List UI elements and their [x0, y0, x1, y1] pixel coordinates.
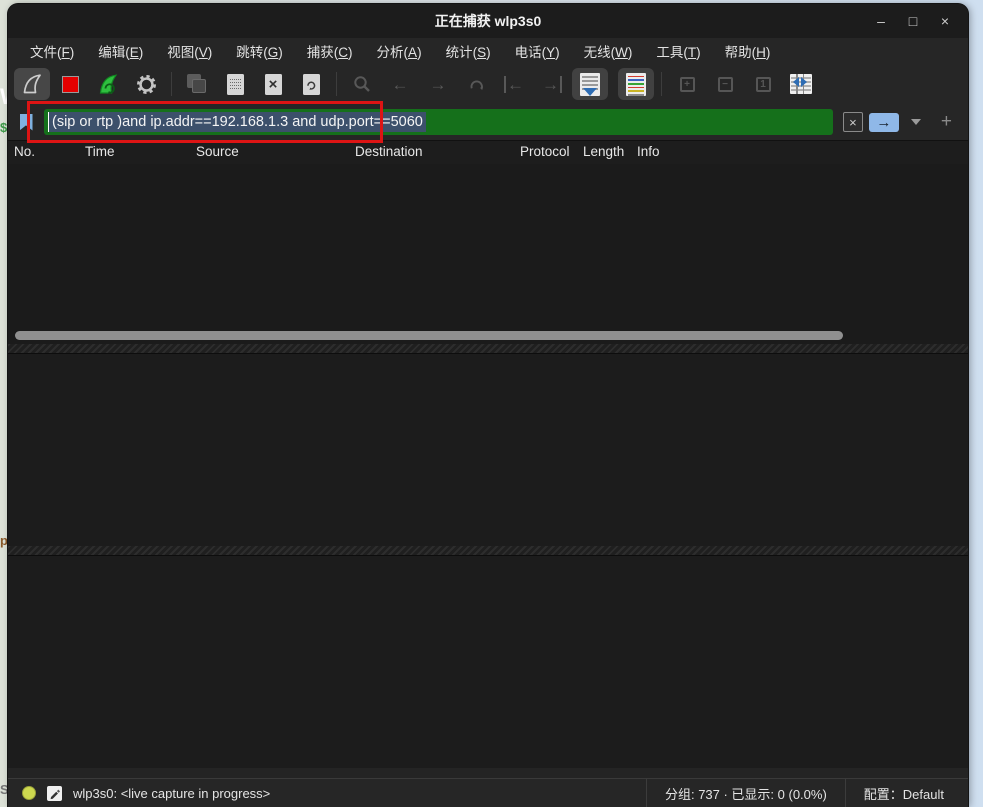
toolbar-separator — [661, 72, 662, 96]
filter-dropdown-caret[interactable] — [911, 119, 921, 125]
window-title: 正在捕获 wlp3s0 — [8, 11, 968, 31]
restart-capture-icon — [96, 72, 120, 96]
go-to-packet-button[interactable] — [458, 68, 494, 100]
colorize-icon — [626, 73, 646, 96]
filter-bookmark-button[interactable] — [14, 109, 38, 135]
capture-comment-icon[interactable] — [47, 786, 62, 801]
open-file-icon — [187, 74, 207, 94]
add-filter-button[interactable]: + — [933, 111, 960, 133]
zoom-in-button[interactable]: + — [669, 68, 705, 100]
stop-capture-button[interactable] — [52, 68, 88, 100]
restart-capture-button[interactable] — [90, 68, 126, 100]
shark-fin-icon — [20, 72, 44, 96]
auto-scroll-toggle-button[interactable] — [572, 68, 608, 100]
background-fragment: p — [0, 533, 8, 548]
packet-bytes-pane — [8, 555, 968, 768]
zoom-in-icon: + — [680, 77, 695, 92]
menu-telephony[interactable]: 电话Y — [505, 38, 570, 64]
arrow-left-icon: ← — [392, 76, 409, 93]
menu-file[interactable]: 文件F — [20, 38, 84, 64]
reload-file-icon — [303, 74, 320, 95]
bookmark-icon — [20, 114, 33, 131]
horizontal-scrollbar[interactable] — [8, 326, 968, 344]
pane-splitter[interactable] — [8, 546, 968, 555]
go-forward-button[interactable]: → — [420, 68, 456, 100]
packet-details-pane — [8, 353, 968, 546]
zoom-out-icon: − — [718, 77, 733, 92]
close-capture-file-button[interactable]: × — [255, 68, 291, 100]
reload-capture-file-button[interactable] — [293, 68, 329, 100]
scrollbar-thumb[interactable] — [15, 331, 843, 340]
clear-filter-button[interactable]: × — [843, 112, 863, 132]
main-toolbar: × ← → — [8, 64, 968, 104]
menu-edit[interactable]: 编辑E — [88, 38, 153, 64]
apply-filter-button[interactable]: → — [869, 113, 899, 132]
arrow-first-icon: ← — [504, 76, 524, 93]
menu-analyze[interactable]: 分析A — [367, 38, 432, 64]
capture-status-text: wlp3s0: <live capture in progress> — [73, 786, 270, 801]
resize-columns-icon — [790, 74, 812, 94]
go-to-last-packet-button[interactable]: → — [534, 68, 570, 100]
display-filter-input[interactable]: (sip or rtp )and ip.addr==192.168.1.3 an… — [44, 109, 833, 135]
pane-splitter[interactable] — [8, 344, 968, 353]
packet-list-header: No. Time Source Destination Protocol Len… — [8, 140, 968, 164]
colorize-toggle-button[interactable] — [618, 68, 654, 100]
maximize-button[interactable]: □ — [900, 8, 926, 34]
display-filter-bar: (sip or rtp )and ip.addr==192.168.1.3 an… — [8, 104, 968, 140]
wireshark-window: 正在捕获 wlp3s0 – □ × 文件F 编辑E 视图V 跳转G 捕获C 分析… — [8, 4, 968, 807]
background-fragment: $ — [0, 120, 7, 135]
zoom-original-button[interactable]: 1 — [745, 68, 781, 100]
column-time[interactable]: Time — [85, 144, 115, 159]
save-file-icon — [227, 74, 244, 95]
jump-arrow-icon — [467, 75, 486, 94]
toolbar-separator — [336, 72, 337, 96]
column-destination[interactable]: Destination — [355, 144, 423, 159]
column-protocol[interactable]: Protocol — [520, 144, 570, 159]
column-source[interactable]: Source — [196, 144, 239, 159]
close-file-icon: × — [265, 74, 282, 95]
packet-count-text: 分组: 737 · 已显示: 0 (0.0%) — [646, 779, 845, 807]
menu-help[interactable]: 帮助H — [715, 38, 781, 64]
arrow-last-icon: → — [542, 76, 562, 93]
filter-expression: (sip or rtp )and ip.addr==192.168.1.3 an… — [48, 112, 426, 132]
go-back-button[interactable]: ← — [382, 68, 418, 100]
expert-info-indicator[interactable] — [22, 786, 36, 800]
resize-columns-button[interactable] — [783, 68, 819, 100]
open-capture-file-button[interactable] — [179, 68, 215, 100]
arrow-right-icon: → — [430, 76, 447, 93]
column-no[interactable]: No. — [14, 144, 35, 159]
menu-statistics[interactable]: 统计S — [436, 38, 501, 64]
menu-capture[interactable]: 捕获C — [297, 38, 363, 64]
save-capture-file-button[interactable] — [217, 68, 253, 100]
title-bar[interactable]: 正在捕获 wlp3s0 – □ × — [8, 4, 968, 38]
zoom-original-icon: 1 — [756, 77, 771, 92]
zoom-out-button[interactable]: − — [707, 68, 743, 100]
search-icon — [352, 74, 372, 94]
column-length[interactable]: Length — [583, 144, 624, 159]
menu-go[interactable]: 跳转G — [226, 38, 293, 64]
capture-options-button[interactable] — [128, 68, 164, 100]
go-to-first-packet-button[interactable]: ← — [496, 68, 532, 100]
start-capture-button[interactable] — [14, 68, 50, 100]
packet-list-body[interactable] — [8, 164, 968, 326]
gear-icon — [135, 73, 158, 96]
toolbar-separator — [171, 72, 172, 96]
menu-tools[interactable]: 工具T — [646, 38, 710, 64]
auto-scroll-icon — [580, 73, 600, 96]
column-info[interactable]: Info — [637, 144, 660, 159]
close-button[interactable]: × — [932, 8, 958, 34]
status-bar: wlp3s0: <live capture in progress> 分组: 7… — [8, 778, 968, 807]
menu-wireless[interactable]: 无线W — [574, 38, 643, 64]
profile-selector[interactable]: 配置：Default — [845, 779, 968, 807]
stop-icon — [62, 76, 79, 93]
find-packet-button[interactable] — [344, 68, 380, 100]
minimize-button[interactable]: – — [868, 8, 894, 34]
menu-view[interactable]: 视图V — [157, 38, 222, 64]
menu-bar: 文件F 编辑E 视图V 跳转G 捕获C 分析A 统计S 电话Y 无线W 工具T … — [8, 38, 968, 64]
